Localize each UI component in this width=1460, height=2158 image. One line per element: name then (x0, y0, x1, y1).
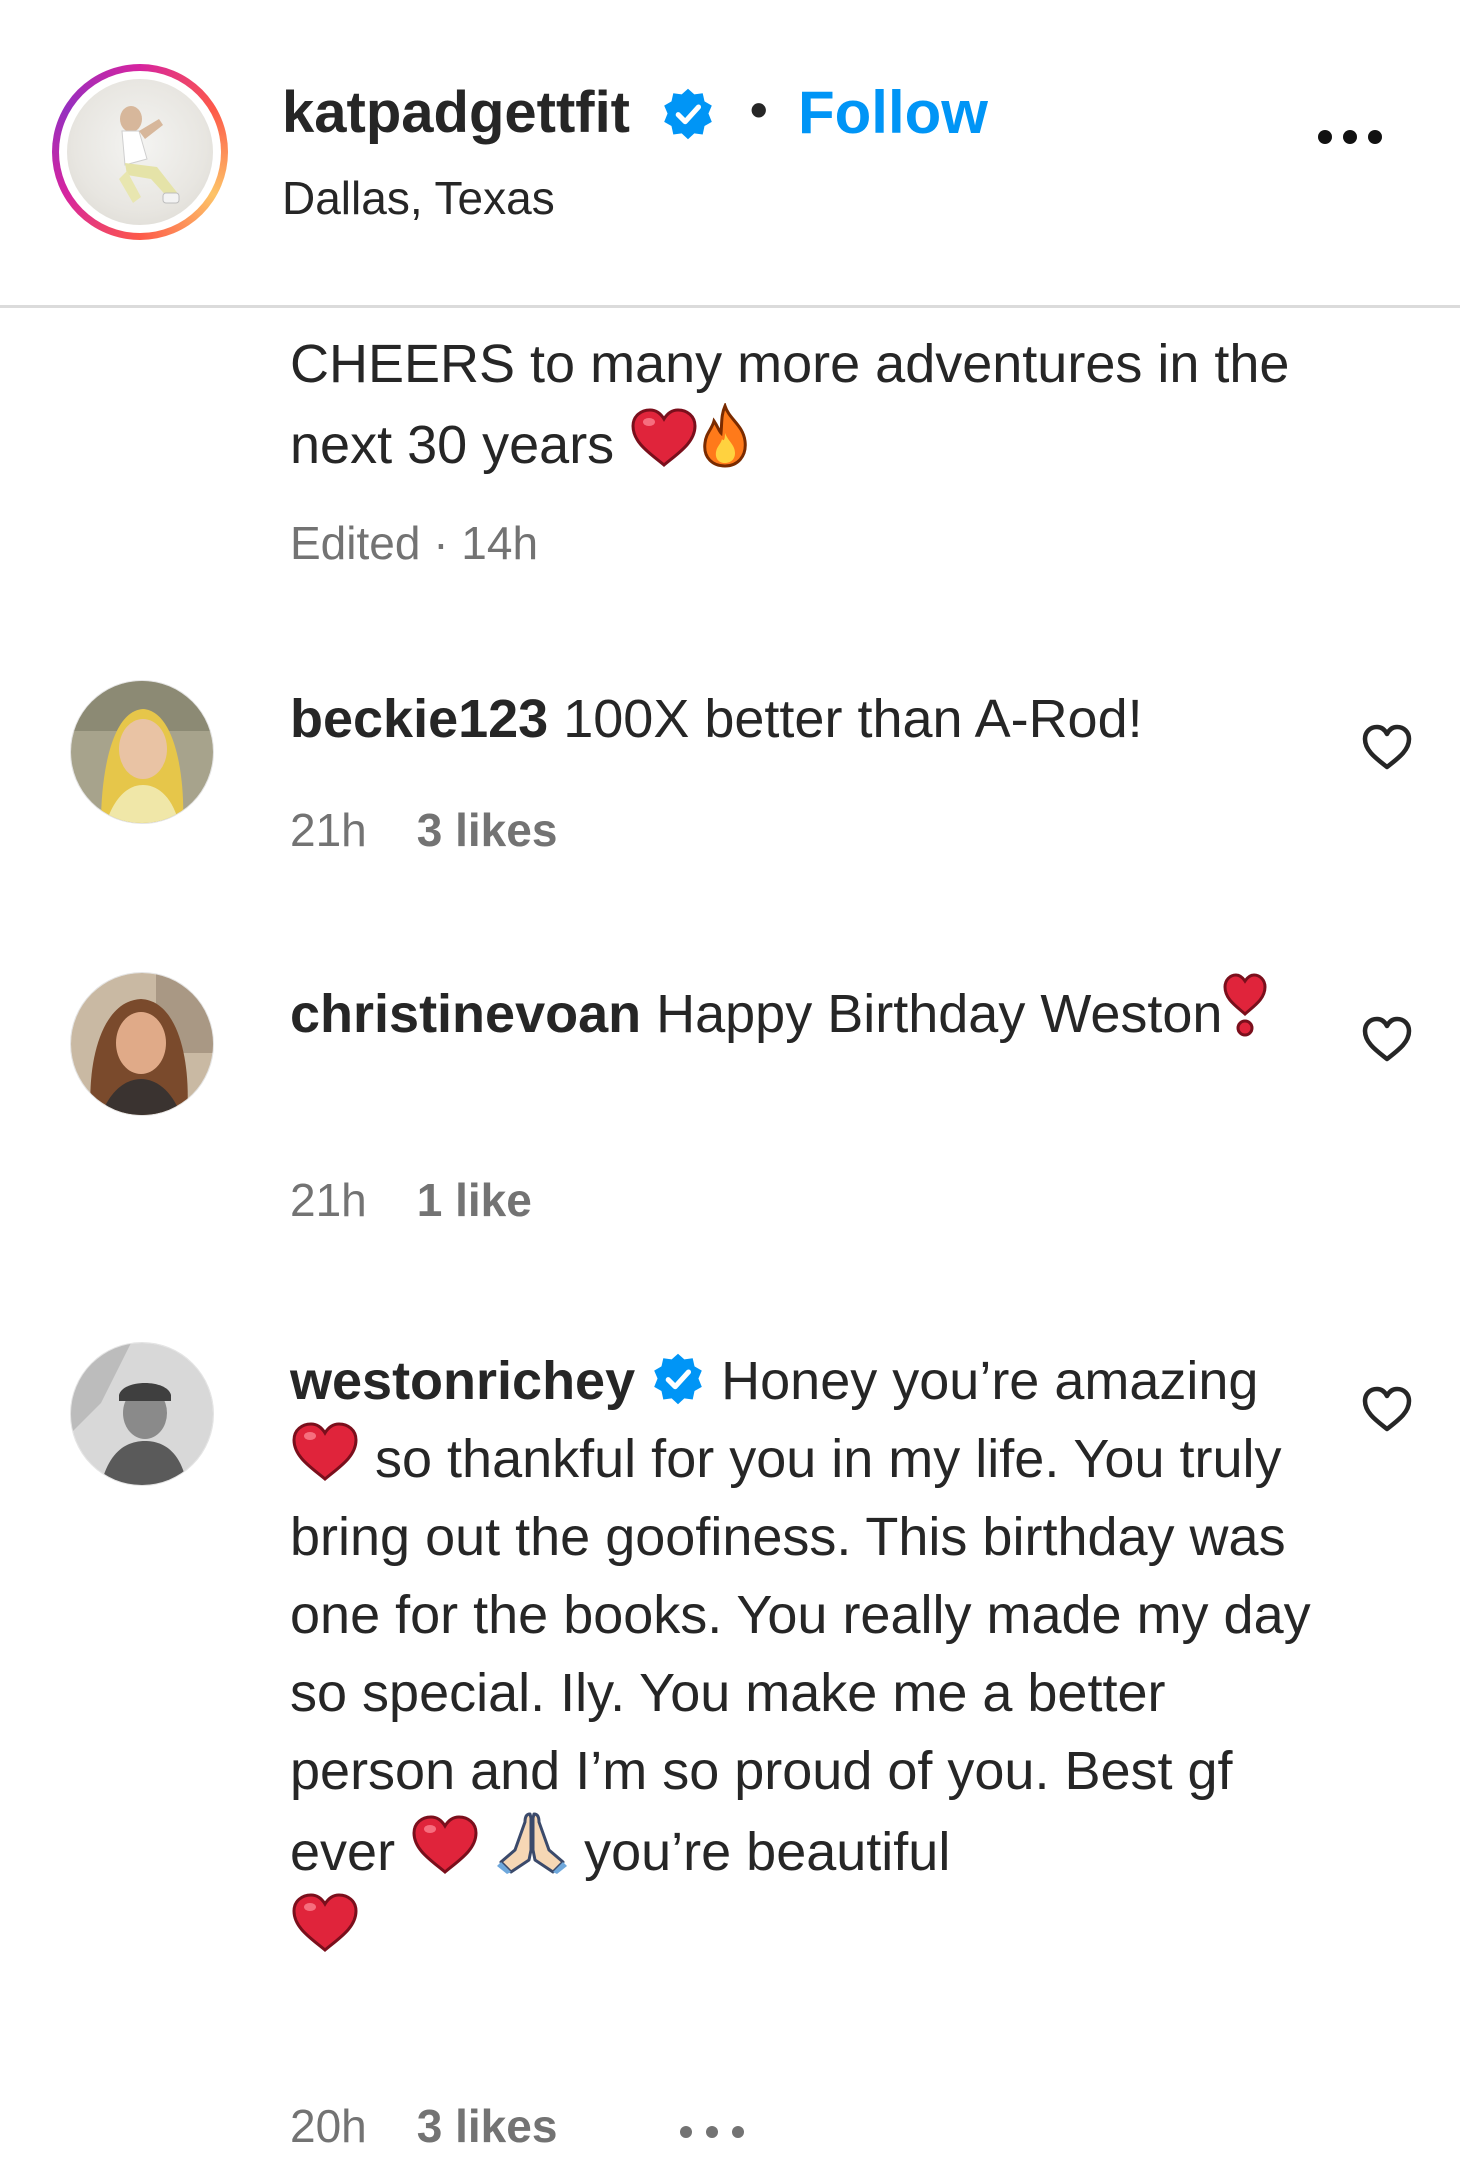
comment-text: christinevoan Happy Birthday Weston (290, 972, 1330, 1053)
like-heart-icon[interactable] (1360, 1384, 1414, 1434)
comment-likes[interactable]: 3 likes (417, 804, 558, 856)
comment-username[interactable]: westonrichey (290, 1351, 635, 1411)
more-options-icon[interactable] (1310, 120, 1390, 160)
verified-badge-icon (654, 1353, 702, 1405)
red-heart-emoji-icon (292, 1422, 358, 1481)
comment-likes[interactable]: 3 likes (417, 2100, 558, 2152)
avatar[interactable] (70, 680, 214, 824)
follow-button[interactable]: Follow (798, 78, 988, 148)
red-heart-emoji-icon (292, 1893, 358, 1952)
red-heart-emoji-icon (631, 408, 697, 467)
caption-meta: Edited · 14h (290, 515, 588, 571)
like-heart-icon[interactable] (1360, 1014, 1414, 1064)
comment-text: westonrichey Honey you’re amazing so tha… (290, 1342, 1330, 1969)
comment-text: beckie123 100X better than A-Rod! (290, 680, 1330, 758)
comment-more-options-icon[interactable] (676, 2118, 756, 2148)
caption-edited-time: Edited · 14h (290, 517, 539, 569)
comment-meta: 21h 1 like (290, 1172, 582, 1228)
fire-emoji-icon (703, 403, 747, 468)
post-header: katpadgettfit • Follow Dallas, Texas (0, 0, 1460, 306)
comment-meta: 21h 3 likes (290, 802, 607, 858)
comment-body: Happy Birthday Weston (656, 984, 1223, 1044)
folded-hands-emoji-icon (497, 1812, 568, 1874)
comment-username[interactable]: christinevoan (290, 984, 641, 1044)
profile-avatar[interactable] (67, 79, 213, 225)
post-author-username[interactable]: katpadgettfit (282, 78, 630, 148)
avatar[interactable] (70, 1342, 214, 1486)
comment-likes[interactable]: 1 like (417, 1174, 532, 1226)
like-heart-icon[interactable] (1360, 722, 1414, 772)
header-divider (0, 305, 1460, 308)
post-caption: CHEERS to many more adventures in the ne… (290, 325, 1330, 484)
avatar[interactable] (70, 972, 214, 1116)
comment-time: 20h (290, 2100, 367, 2152)
comment-time: 21h (290, 1174, 367, 1226)
comment-body: 100X better than A-Rod! (563, 689, 1143, 749)
comment-body-part3: you’re beautiful (584, 1822, 951, 1882)
comment-meta: 20h 3 likes (290, 2098, 607, 2154)
comment-username[interactable]: beckie123 (290, 689, 548, 749)
red-heart-emoji-icon (412, 1815, 478, 1874)
comment-time: 21h (290, 804, 367, 856)
verified-badge-icon (664, 88, 712, 140)
heart-exclamation-emoji-icon (1223, 973, 1267, 1037)
caption-text: CHEERS to many more adventures in the ne… (290, 334, 1290, 475)
post-location[interactable]: Dallas, Texas (282, 170, 555, 226)
story-ring[interactable] (52, 64, 228, 240)
header-separator: • (750, 82, 768, 138)
comment-body-part1: Honey you’re amazing (721, 1351, 1259, 1411)
